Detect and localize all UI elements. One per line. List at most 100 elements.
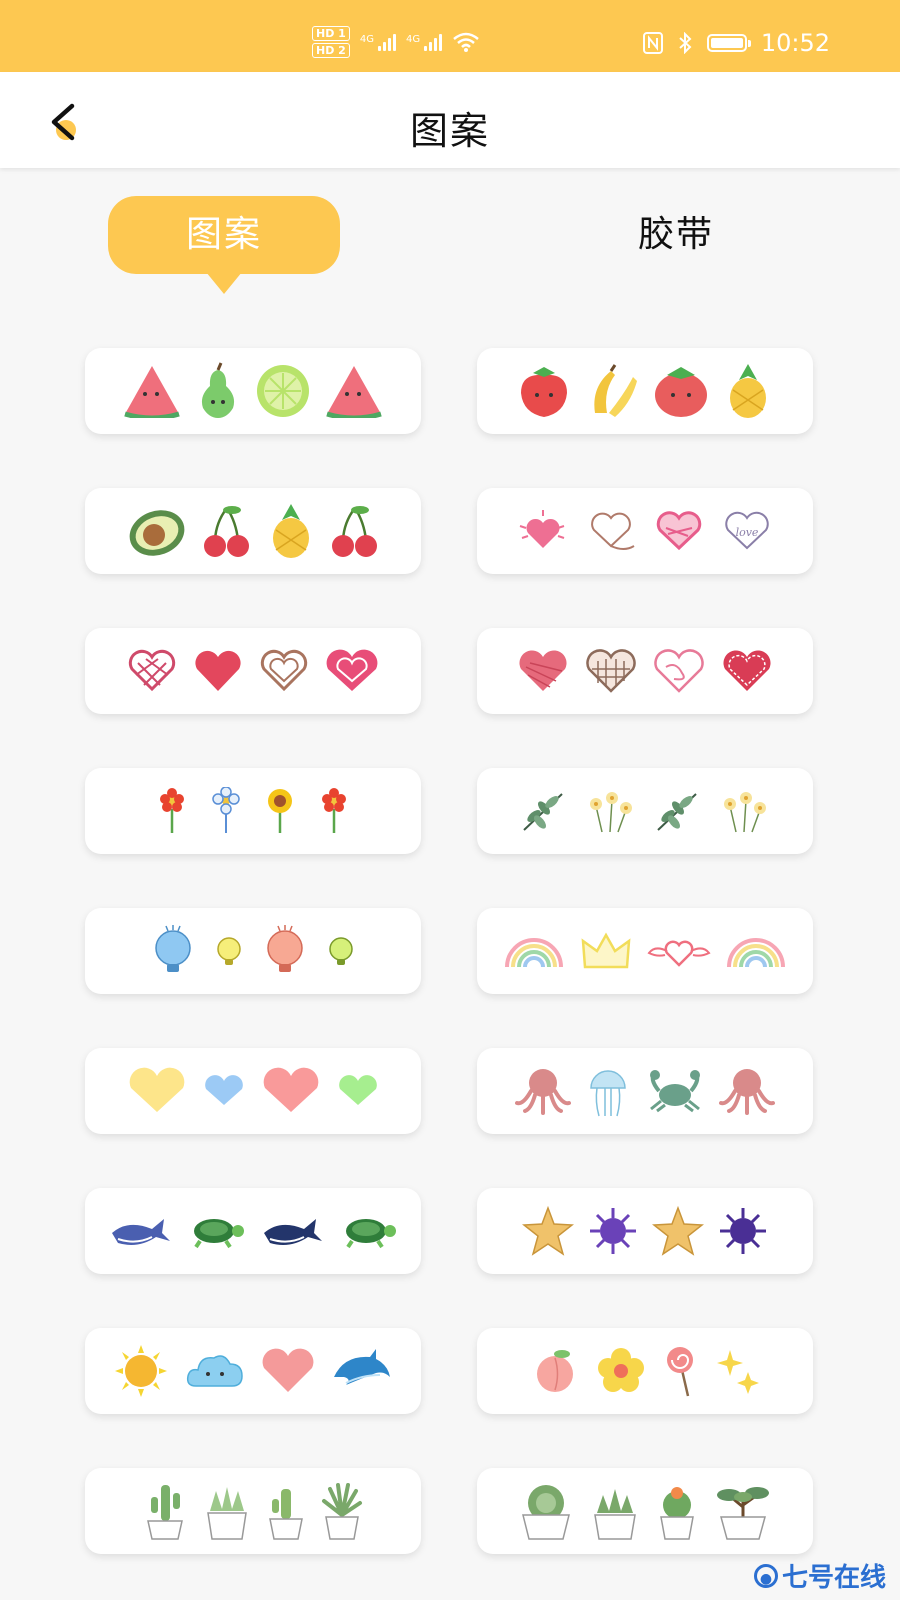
red-heart-icon xyxy=(195,650,241,691)
pattern-card[interactable] xyxy=(85,488,421,574)
sparkle-icon xyxy=(717,1350,759,1394)
whale-icon xyxy=(112,1219,170,1245)
winged-heart-icon xyxy=(647,940,711,967)
network-type-1: 4G xyxy=(359,33,374,45)
turtle-icon xyxy=(194,1219,244,1249)
avocado-icon xyxy=(129,510,185,556)
sunflower-icon xyxy=(268,789,292,833)
starfish-icon xyxy=(652,1206,704,1256)
watermark-text: 七号在线 xyxy=(781,1563,886,1593)
dolphin-icon xyxy=(334,1349,390,1385)
wifi-icon xyxy=(453,32,479,52)
lollipop-icon xyxy=(667,1347,693,1397)
hd-indicators: HD 1 HD 2 xyxy=(312,26,350,58)
peach-icon xyxy=(537,1350,573,1392)
rainbow-icon xyxy=(505,938,563,968)
pattern-card[interactable] xyxy=(477,1188,813,1274)
pattern-card[interactable] xyxy=(85,628,421,714)
pattern-card[interactable] xyxy=(85,1328,421,1414)
crayon-heart-icon xyxy=(519,650,567,691)
pattern-card[interactable]: love xyxy=(477,488,813,574)
tab-bar: 图案 胶带 xyxy=(0,196,900,296)
banana-icon xyxy=(594,364,637,417)
starfish-icon xyxy=(522,1206,574,1256)
jellyfish-icon xyxy=(590,1070,626,1117)
yellow-flowers-icon xyxy=(590,792,632,833)
clock: 10:52 xyxy=(760,29,830,57)
stitched-heart-icon xyxy=(723,650,771,691)
pink-bulb-icon xyxy=(267,925,303,972)
scribble-heart-icon xyxy=(654,649,704,693)
octopus-icon xyxy=(515,1069,571,1115)
pattern-card[interactable] xyxy=(85,1188,421,1274)
battery-icon xyxy=(706,34,751,52)
status-bar: HD 1 HD 2 4G 4G 10:52 xyxy=(0,0,900,72)
pineapple-icon xyxy=(730,364,766,418)
turtle-icon xyxy=(346,1219,396,1249)
rainbow-icon xyxy=(727,938,785,968)
signal-icon: 4G xyxy=(359,33,396,51)
cloud-icon xyxy=(186,1355,243,1387)
leaf-branch-icon xyxy=(523,793,563,831)
strawberry-icon xyxy=(521,367,567,417)
pattern-card[interactable] xyxy=(477,908,813,994)
pattern-card[interactable] xyxy=(477,628,813,714)
pattern-card[interactable] xyxy=(477,768,813,854)
checked-heart-icon xyxy=(586,649,636,693)
pattern-card[interactable] xyxy=(477,1048,813,1134)
blue-heart-icon xyxy=(205,1075,243,1105)
pattern-grid: love xyxy=(85,348,813,1554)
status-bar-left: HD 1 HD 2 4G 4G xyxy=(312,22,480,62)
scribble-heart-icon xyxy=(656,511,702,551)
leaf-branch-icon xyxy=(657,793,697,831)
page-title: 图案 xyxy=(409,109,490,153)
outline-heart-icon xyxy=(591,512,635,550)
search-icon: ● xyxy=(753,1563,778,1588)
pattern-card[interactable] xyxy=(85,1468,421,1554)
cactus-flower-icon xyxy=(660,1487,694,1540)
pear-icon xyxy=(201,362,235,418)
hd2-indicator: HD 2 xyxy=(312,43,350,58)
svg-text:love: love xyxy=(736,526,759,539)
pink-heart-icon xyxy=(263,1067,319,1112)
sun-icon xyxy=(115,1345,167,1397)
pattern-card[interactable] xyxy=(85,768,421,854)
urchin-icon xyxy=(590,1208,636,1254)
pattern-card[interactable] xyxy=(477,1328,813,1414)
nav-bar: 图案 xyxy=(0,72,900,168)
cactus-icon xyxy=(269,1489,303,1540)
heart-icon xyxy=(262,1348,314,1392)
yellow-bulb-icon xyxy=(217,937,241,965)
tomato-icon xyxy=(655,367,707,417)
red-flower-icon xyxy=(322,788,346,833)
cherry-icon xyxy=(204,506,249,557)
aloe-icon xyxy=(322,1483,362,1540)
pattern-card[interactable] xyxy=(85,1048,421,1134)
urchin-icon xyxy=(720,1208,766,1254)
pattern-card[interactable] xyxy=(477,348,813,434)
watermelon-icon xyxy=(326,366,382,418)
bluetooth-icon xyxy=(679,32,692,54)
green-bulb-icon xyxy=(329,937,353,965)
signal-icon: 4G xyxy=(405,33,443,51)
sparkle-heart-icon xyxy=(519,510,565,548)
blue-flower-icon xyxy=(212,787,240,833)
status-bar-right: 10:52 xyxy=(642,26,830,60)
tab-tape[interactable]: 胶带 xyxy=(570,196,782,274)
hd1-indicator: HD 1 xyxy=(312,26,350,41)
pink-heart-icon xyxy=(326,649,378,691)
green-heart-icon xyxy=(339,1075,377,1105)
pattern-card[interactable] xyxy=(85,348,421,434)
pattern-card[interactable] xyxy=(477,1468,813,1554)
succulent-icon xyxy=(207,1487,247,1540)
network-type-2: 4G xyxy=(405,33,421,45)
lime-icon xyxy=(257,365,309,417)
cherry-icon xyxy=(332,506,377,557)
tab-pattern[interactable]: 图案 xyxy=(108,196,340,294)
brown-outline-heart-icon xyxy=(260,649,308,692)
bonsai-icon xyxy=(717,1487,769,1540)
succulent-icon xyxy=(522,1485,570,1540)
pattern-card[interactable] xyxy=(85,908,421,994)
crab-icon xyxy=(650,1070,700,1113)
red-flower-icon xyxy=(160,788,184,833)
